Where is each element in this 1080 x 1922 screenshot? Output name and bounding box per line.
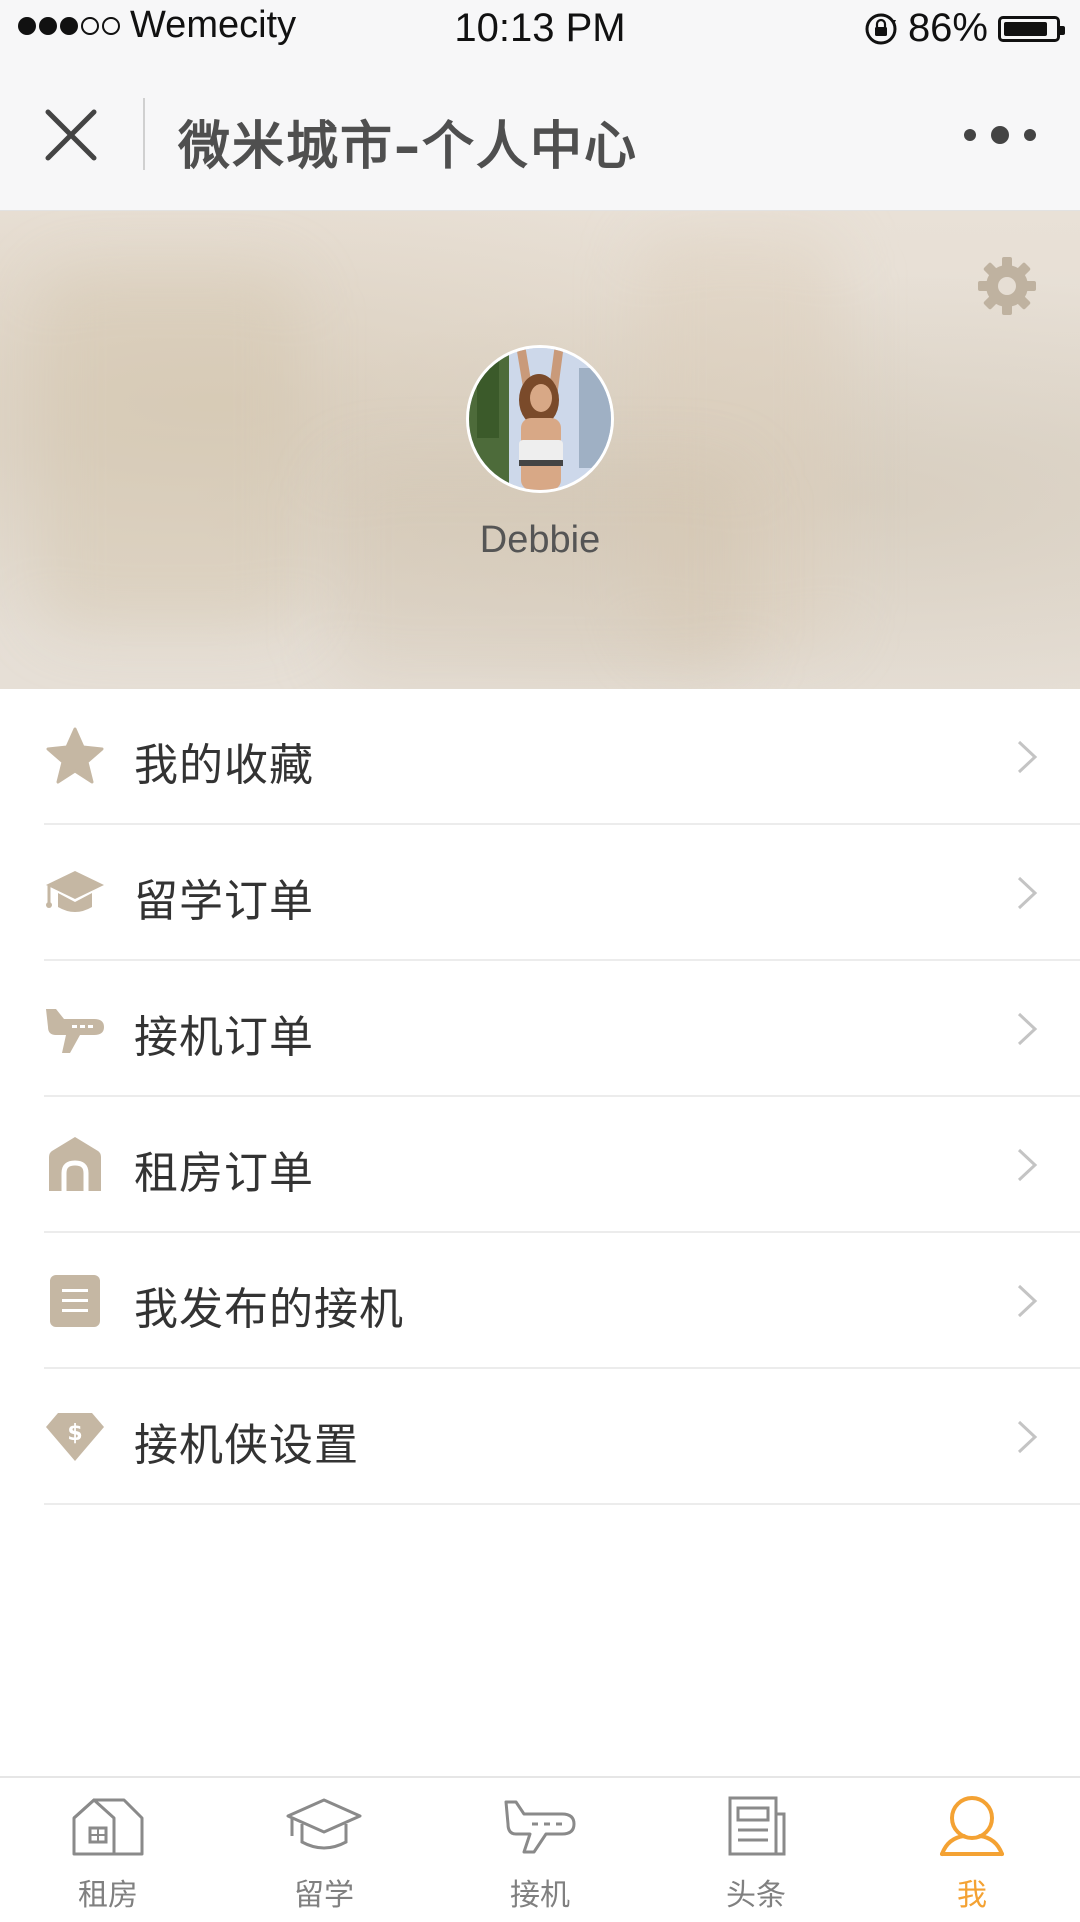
graduation-cap-icon [286, 1798, 362, 1850]
more-icon[interactable] [960, 120, 1040, 150]
battery-icon [998, 15, 1065, 42]
chevron-right-icon [1017, 876, 1038, 910]
menu-item-study-orders[interactable]: 留学订单 [44, 825, 1080, 961]
nav-divider [143, 98, 145, 170]
chevron-right-icon [1017, 1012, 1038, 1046]
menu-item-label: 接机侠设置 [134, 1420, 359, 1471]
menu-item-my-pickup-posts[interactable]: 我发布的接机 [44, 1233, 1080, 1369]
tab-label: 接机 [510, 1878, 570, 1913]
user-icon [940, 1796, 1004, 1856]
battery-percent: 86% [907, 6, 988, 50]
tab-label: 租房 [78, 1878, 138, 1913]
username: Debbie [479, 519, 601, 561]
nav-bar: 微米城市–个人中心 [0, 60, 1080, 211]
status-right: 86% [864, 6, 1065, 51]
chevron-right-icon [1017, 1420, 1038, 1454]
house-icon [72, 1798, 144, 1856]
tab-label: 头条 [726, 1878, 786, 1913]
star-icon [46, 727, 104, 784]
menu-item-pickup-orders[interactable]: 接机订单 [44, 961, 1080, 1097]
menu-item-label: 租房订单 [134, 1148, 314, 1199]
chevron-right-icon [1017, 740, 1038, 774]
house-icon [49, 1137, 101, 1191]
graduation-cap-icon [46, 871, 104, 912]
menu-list: 我的收藏 留学订单 接机订单 租房订单 我发布的接机 $ 接机侠设置 [0, 689, 1080, 1505]
tab-rent[interactable]: 租房 [0, 1778, 216, 1922]
avatar-image [469, 348, 611, 490]
menu-item-favorites[interactable]: 我的收藏 [44, 689, 1080, 825]
document-icon [50, 1275, 100, 1327]
airplane-icon [46, 1009, 104, 1053]
dollar-tag-icon: $ [46, 1413, 104, 1461]
svg-text:$: $ [67, 1421, 82, 1446]
menu-item-label: 留学订单 [134, 876, 314, 927]
page-title: 微米城市–个人中心 [178, 117, 639, 177]
battery-fill [1004, 21, 1047, 36]
tab-headlines[interactable]: 头条 [648, 1778, 864, 1922]
menu-item-pickup-hero-settings[interactable]: $ 接机侠设置 [44, 1369, 1080, 1505]
tab-label: 留学 [294, 1878, 354, 1913]
rotation-lock-icon [865, 13, 897, 44]
menu-item-label: 我的收藏 [134, 740, 314, 791]
status-bar: Wemecity 10:13 PM 86% [0, 0, 1080, 60]
chevron-right-icon [1017, 1148, 1038, 1182]
avatar[interactable] [466, 345, 614, 493]
newspaper-icon [728, 1796, 786, 1856]
menu-item-rental-orders[interactable]: 租房订单 [44, 1097, 1080, 1233]
tab-study[interactable]: 留学 [216, 1778, 432, 1922]
tab-label: 我 [957, 1878, 987, 1913]
tab-pickup[interactable]: 接机 [432, 1778, 648, 1922]
profile-header: Debbie [0, 211, 1080, 689]
tab-bar: 租房 留学 接机 头条 我 [0, 1776, 1080, 1922]
chevron-right-icon [1017, 1284, 1038, 1318]
menu-item-label: 接机订单 [134, 1012, 314, 1063]
close-icon[interactable] [38, 102, 104, 168]
gear-icon[interactable] [976, 255, 1038, 317]
menu-item-label: 我发布的接机 [134, 1284, 404, 1335]
tab-me[interactable]: 我 [864, 1778, 1080, 1922]
airplane-icon [504, 1800, 576, 1854]
